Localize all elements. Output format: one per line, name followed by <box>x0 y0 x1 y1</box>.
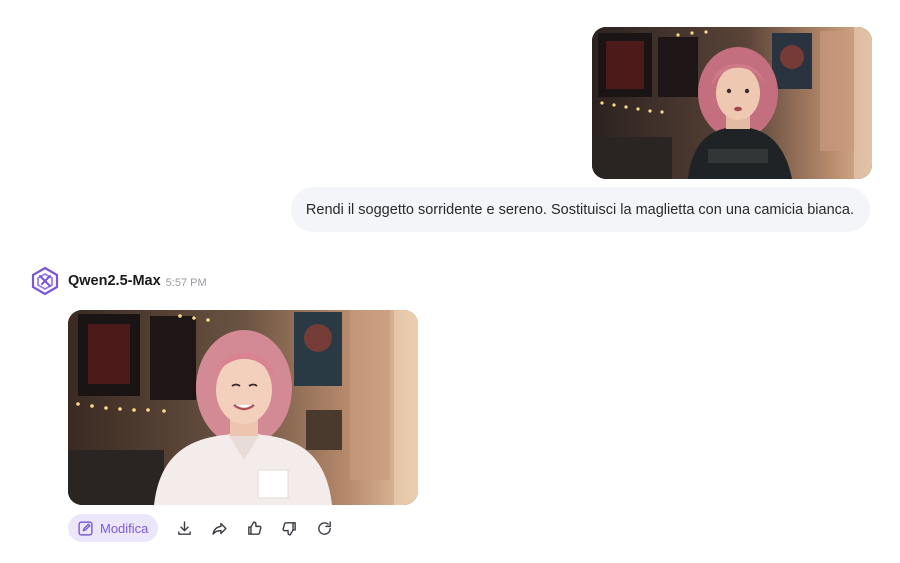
thumbs-down-icon <box>282 521 296 536</box>
message-timestamp: 5:57 PM <box>165 276 207 289</box>
user-message-bubble: Rendi il soggetto sorridente e sereno. S… <box>291 187 870 232</box>
model-name: Qwen2.5-Max <box>68 273 161 289</box>
thumbs-down-button[interactable] <box>277 516 301 540</box>
thumbs-up-button[interactable] <box>242 516 266 540</box>
assistant-header: Qwen2.5-Max 5:57 PM <box>30 266 207 296</box>
download-button[interactable] <box>172 516 196 540</box>
regenerate-icon <box>318 520 331 535</box>
share-button[interactable] <box>207 516 231 540</box>
edit-button[interactable]: Modifica <box>68 514 159 542</box>
generated-image[interactable] <box>68 310 418 505</box>
share-icon <box>212 522 227 535</box>
edit-button-label: Modifica <box>100 520 149 536</box>
user-uploaded-image[interactable] <box>592 27 872 179</box>
message-action-bar: Modifica <box>68 514 336 542</box>
portrait-smiling-photo <box>68 310 418 505</box>
thumbs-up-icon <box>248 520 262 535</box>
user-message-text: Rendi il soggetto sorridente e sereno. S… <box>305 201 854 218</box>
download-icon <box>178 520 191 535</box>
portrait-serious-photo <box>592 27 872 179</box>
qwen-logo-icon <box>31 266 59 296</box>
regenerate-button[interactable] <box>312 516 336 540</box>
pencil-edit-icon <box>78 520 93 536</box>
